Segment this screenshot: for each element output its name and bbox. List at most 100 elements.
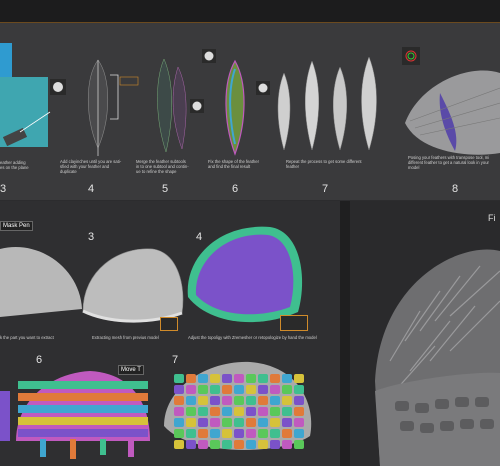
weave-cell xyxy=(282,396,292,405)
weave-cell xyxy=(246,374,256,383)
weave-cell xyxy=(198,418,208,427)
weave-cell xyxy=(246,440,256,449)
weave-cell xyxy=(282,418,292,427)
weave-cell xyxy=(186,374,196,383)
weave-cell xyxy=(234,385,244,394)
weave-cell xyxy=(234,396,244,405)
step-caption-3: eather adding es on the plane xyxy=(0,160,29,171)
weave-cell xyxy=(270,407,280,416)
weave-cell xyxy=(282,374,292,383)
feather-plane-image xyxy=(0,43,51,147)
weave-cell xyxy=(210,418,220,427)
woven-step7-image xyxy=(164,361,312,450)
weave-cell xyxy=(186,396,196,405)
weave-cell xyxy=(282,429,292,438)
weave-cell xyxy=(294,440,304,449)
weave-cell xyxy=(174,385,184,394)
step-number-4: 4 xyxy=(88,183,95,195)
weave-cell xyxy=(222,407,232,416)
step-number-6: 6 xyxy=(232,183,239,195)
weave-cell xyxy=(198,407,208,416)
weave-cell xyxy=(270,418,280,427)
weave-cell xyxy=(294,374,304,383)
shell-step4-image xyxy=(187,226,303,323)
mask-pen-tool-label: Mask Pen xyxy=(0,221,33,231)
weave-cell xyxy=(282,407,292,416)
weave-cell xyxy=(198,385,208,394)
final-feather-helmet-image xyxy=(375,249,500,466)
weave-cell xyxy=(234,440,244,449)
weave-cell xyxy=(198,440,208,449)
step-caption-8: Posing your feathers with transpose tool… xyxy=(408,155,490,171)
material-ball-icon-4 xyxy=(256,81,270,95)
weave-cell xyxy=(246,429,256,438)
weave-cell xyxy=(246,407,256,416)
material-ball-icon-3 xyxy=(202,49,216,63)
weave-cell xyxy=(282,440,292,449)
left-caption: k the part you want to extract xyxy=(0,335,54,340)
weave-cell xyxy=(222,440,232,449)
feather-step6-image xyxy=(225,59,245,156)
weave-cell xyxy=(234,407,244,416)
weave-cell xyxy=(294,418,304,427)
feather-bracket xyxy=(110,74,139,120)
step-number-7: 7 xyxy=(322,183,329,195)
weave-cell xyxy=(210,374,220,383)
weave-cell xyxy=(234,429,244,438)
polygroup-label-box xyxy=(280,315,308,331)
step-number-3: 3 xyxy=(0,183,7,195)
weave-cell xyxy=(174,429,184,438)
material-ball-icon xyxy=(50,79,66,95)
weave-cell xyxy=(186,429,196,438)
weave-cell xyxy=(222,374,232,383)
weave-cell xyxy=(258,374,268,383)
weave-cell xyxy=(222,418,232,427)
weave-cell xyxy=(234,374,244,383)
weave-cell xyxy=(246,385,256,394)
weave-cell xyxy=(174,396,184,405)
shell-step3-image xyxy=(82,248,184,323)
weave-cell xyxy=(186,418,196,427)
panel-divider xyxy=(340,201,350,466)
weave-cell xyxy=(234,418,244,427)
weave-cell xyxy=(210,396,220,405)
weave-cell xyxy=(174,407,184,416)
material-ball-icon-2 xyxy=(190,99,204,113)
weave-cell xyxy=(198,374,208,383)
weave-cell xyxy=(198,396,208,405)
subtool-label-box xyxy=(160,317,178,331)
weave-cell xyxy=(258,418,268,427)
weave-cell xyxy=(174,374,184,383)
weave-cell xyxy=(222,385,232,394)
weave-cell xyxy=(270,374,280,383)
weave-cell xyxy=(282,385,292,394)
weave-cell xyxy=(222,396,232,405)
weave-cell xyxy=(294,385,304,394)
weave-cell xyxy=(258,429,268,438)
shell-step2-image xyxy=(0,247,82,317)
step-caption-4: Add clayinches until you are sati- sfied… xyxy=(60,159,122,175)
step-number-8: 8 xyxy=(452,183,459,195)
step-caption-6: Fix the shape of the feather and find th… xyxy=(208,159,259,170)
wing-step8-image xyxy=(405,70,500,155)
weave-cell xyxy=(198,429,208,438)
lower-step-caption-3: Extracting mesh from previus model xyxy=(92,335,159,340)
weave-cell xyxy=(258,407,268,416)
weave-cell xyxy=(186,385,196,394)
feather-steps-panel: 3 eather adding es on the plane 4 Add cl… xyxy=(0,23,500,200)
weave-cell xyxy=(210,407,220,416)
move-tool-label: Move T xyxy=(118,365,144,375)
weave-cell xyxy=(270,396,280,405)
step-caption-5: Merge the feather subtools in to one sub… xyxy=(136,159,189,175)
weave-cell xyxy=(210,429,220,438)
top-bar xyxy=(0,0,500,23)
weave-cell xyxy=(174,418,184,427)
step-caption-7: Repeat the process to get some different… xyxy=(286,159,362,170)
weave-cell xyxy=(270,440,280,449)
weave-cell xyxy=(258,385,268,394)
weave-cell xyxy=(270,429,280,438)
weave-cell xyxy=(186,407,196,416)
feather-step7-image xyxy=(277,56,377,151)
final-result-panel: Fi xyxy=(350,201,500,466)
weave-cell xyxy=(246,396,256,405)
